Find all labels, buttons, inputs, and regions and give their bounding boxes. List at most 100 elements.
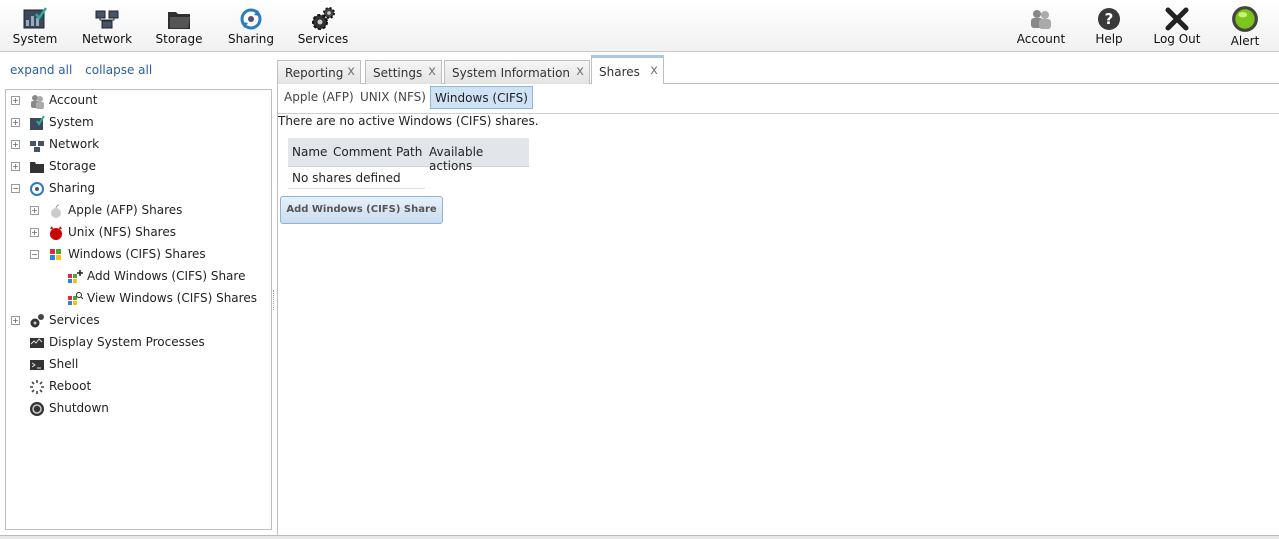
add-cifs-share-button[interactable]: Add Windows (CIFS) Share — [280, 196, 443, 224]
tab-reporting[interactable]: Reporting x — [277, 60, 361, 84]
tree-label: View Windows (CIFS) Shares — [87, 291, 257, 305]
shares-table: Name Comment Path Available actions No s… — [288, 138, 529, 189]
folder-icon — [30, 162, 44, 173]
system-label: System — [12, 32, 58, 46]
alert-icon — [1232, 6, 1258, 32]
tab-label: Settings — [373, 66, 423, 80]
sharing-icon — [30, 182, 44, 196]
alert-button[interactable]: Alert — [1220, 0, 1270, 52]
services-icon — [30, 314, 44, 328]
close-icon[interactable]: x — [347, 64, 355, 79]
collapse-icon[interactable]: − — [30, 250, 39, 259]
panel-splitter[interactable] — [273, 290, 275, 310]
windows-view-icon — [68, 292, 83, 305]
account-label: Account — [1016, 32, 1066, 46]
tree-label: Account — [49, 93, 98, 107]
navigation-tree: + Account + System + Network + Storage −… — [5, 89, 272, 530]
collapse-all-link[interactable]: collapse all — [85, 63, 152, 77]
close-icon[interactable]: x — [650, 63, 658, 78]
collapse-icon[interactable]: − — [11, 184, 20, 193]
account-icon — [31, 95, 44, 109]
services-icon — [312, 7, 335, 30]
tree-label: Apple (AFP) Shares — [68, 203, 183, 217]
table-header: Name Comment Path Available actions — [288, 138, 529, 173]
close-icon[interactable]: x — [576, 64, 584, 79]
system-button[interactable]: System — [8, 0, 62, 52]
tree-label: Shutdown — [49, 401, 109, 415]
tab-label: Shares — [599, 65, 640, 79]
expand-all-link[interactable]: expand all — [10, 63, 72, 77]
bottom-border — [0, 535, 1279, 539]
subtab-nfs[interactable]: UNIX (NFS) — [356, 86, 430, 109]
status-message: There are no active Windows (CIFS) share… — [278, 114, 539, 128]
logout-button[interactable]: Log Out — [1150, 0, 1204, 52]
expand-icon[interactable]: + — [11, 140, 20, 149]
tree-controls: expand all collapse all — [10, 63, 161, 77]
processes-icon — [30, 338, 44, 348]
tab-label: Reporting — [285, 66, 344, 80]
help-icon: ? — [1098, 8, 1120, 30]
services-button[interactable]: Services — [296, 0, 350, 52]
tree-label: Unix (NFS) Shares — [68, 225, 176, 239]
shell-icon — [30, 360, 44, 370]
account-icon — [1031, 10, 1051, 29]
apple-icon — [51, 204, 61, 218]
tree-label: Services — [49, 313, 100, 327]
reboot-icon — [30, 380, 44, 394]
shutdown-icon — [30, 402, 44, 416]
sharing-button[interactable]: Sharing — [224, 0, 278, 52]
tab-shares[interactable]: Shares x — [591, 55, 664, 84]
expand-icon[interactable]: + — [11, 96, 20, 105]
tab-settings[interactable]: Settings x — [365, 60, 442, 84]
tree-label: Reboot — [49, 379, 92, 393]
sharing-icon — [240, 8, 262, 30]
tree-label: Storage — [49, 159, 96, 173]
expand-icon[interactable]: + — [30, 206, 39, 215]
network-button[interactable]: Network — [80, 0, 134, 52]
tree-label: Display System Processes — [49, 335, 205, 349]
system-icon — [30, 115, 45, 130]
column-header-comment[interactable]: Comment — [333, 145, 392, 159]
account-button[interactable]: Account — [1014, 0, 1068, 52]
close-icon[interactable]: x — [428, 64, 436, 79]
share-type-tabs: Apple (AFP) UNIX (NFS) Windows (CIFS) — [278, 86, 1279, 114]
top-toolbar: System Network Storage Sharing Services — [0, 0, 1279, 52]
system-icon — [23, 7, 48, 29]
expand-icon[interactable]: + — [11, 162, 20, 171]
empty-message: No shares defined — [292, 171, 401, 185]
tree-label: Windows (CIFS) Shares — [68, 247, 206, 261]
expand-icon[interactable]: + — [30, 228, 39, 237]
windows-add-icon — [68, 270, 83, 283]
storage-icon — [168, 12, 190, 29]
storage-button[interactable]: Storage — [152, 0, 206, 52]
tree-label: Add Windows (CIFS) Share — [87, 269, 246, 283]
services-label: Services — [297, 32, 349, 46]
tab-label: System Information — [452, 66, 571, 80]
sharing-label: Sharing — [227, 32, 275, 46]
tree-label: System — [49, 115, 94, 129]
network-icon — [30, 141, 44, 152]
column-header-actions[interactable]: Available actions — [429, 145, 529, 173]
expand-icon[interactable]: + — [11, 316, 20, 325]
tree-label: Network — [49, 137, 100, 151]
column-header-name[interactable]: Name — [292, 145, 327, 159]
tab-system-information[interactable]: System Information x — [444, 60, 590, 84]
subtab-afp[interactable]: Apple (AFP) — [280, 86, 358, 109]
subtab-cifs[interactable]: Windows (CIFS) — [430, 86, 533, 109]
tree-label: Sharing — [49, 181, 96, 195]
storage-label: Storage — [155, 32, 203, 46]
table-row: No shares defined — [288, 167, 425, 189]
logout-label: Log Out — [1153, 32, 1201, 46]
logout-icon — [1165, 7, 1189, 31]
help-button[interactable]: ? Help — [1082, 0, 1136, 52]
network-label: Network — [81, 32, 133, 46]
expand-icon[interactable]: + — [11, 118, 20, 127]
windows-icon — [50, 249, 61, 260]
svg-text:?: ? — [1105, 10, 1114, 28]
freebsd-icon — [50, 226, 62, 240]
help-label: Help — [1095, 32, 1123, 46]
network-icon — [95, 10, 119, 29]
alert-label: Alert — [1230, 34, 1260, 48]
column-header-path[interactable]: Path — [396, 145, 422, 159]
tree-label: Shell — [49, 357, 79, 371]
